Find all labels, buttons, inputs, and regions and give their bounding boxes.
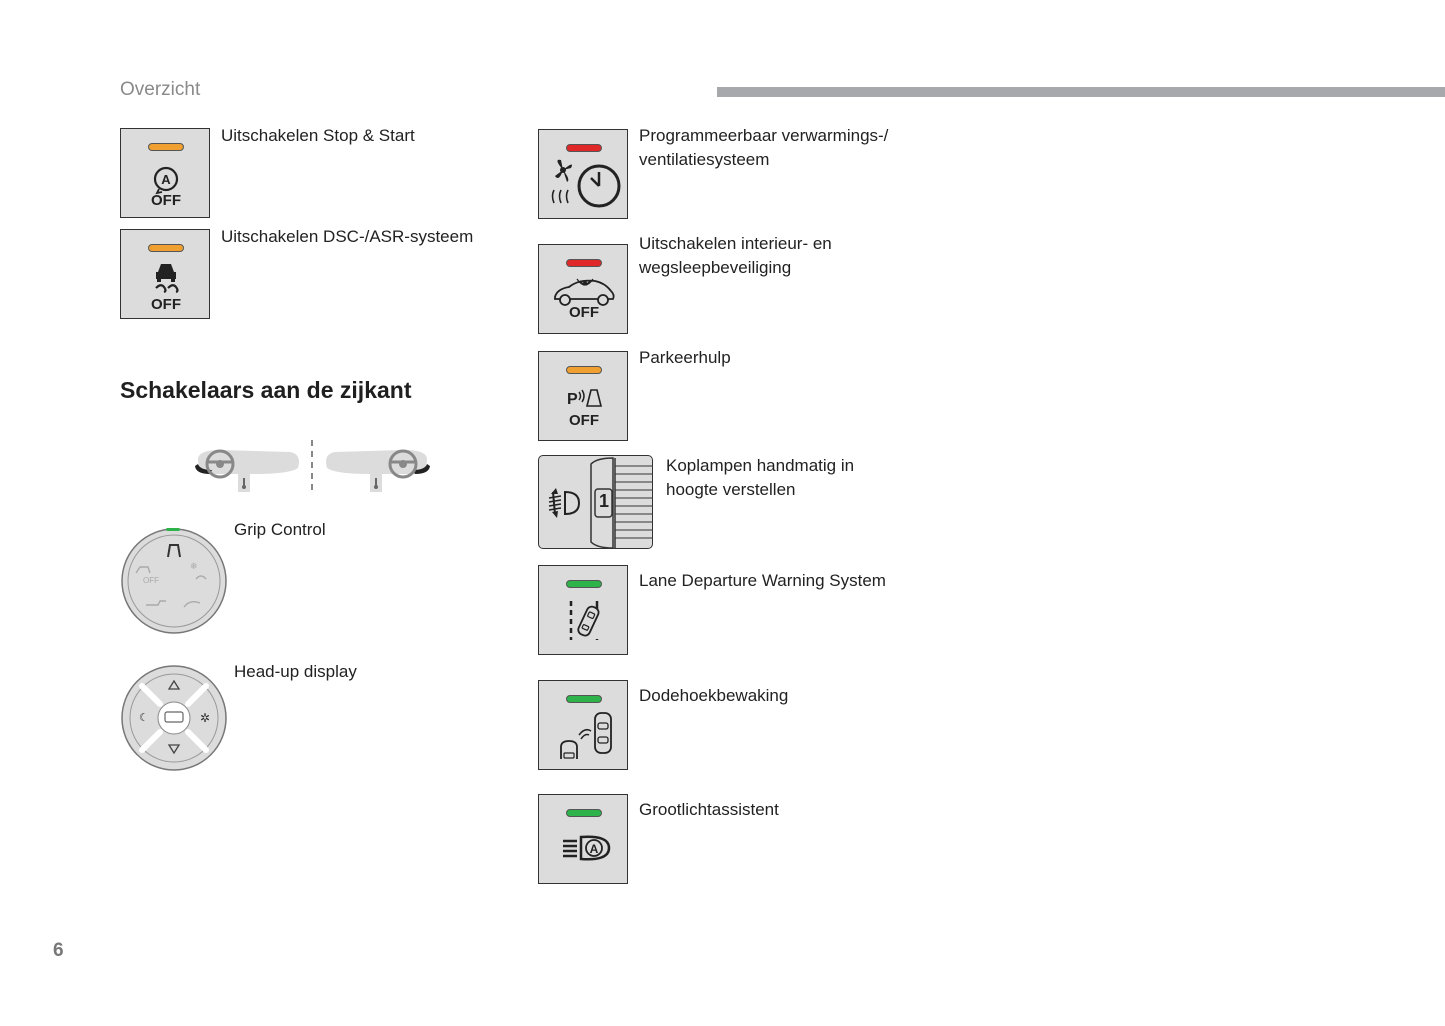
off-text: OFF <box>151 296 181 313</box>
svg-text:A: A <box>161 172 171 187</box>
headlamp-height-label: Koplampen handmatig in hoogte verstellen <box>666 454 854 502</box>
stop-start-label: Uitschakelen Stop & Start <box>221 126 415 145</box>
off-text: OFF <box>569 412 599 429</box>
high-beam-assist-button: A <box>538 794 628 884</box>
off-text: OFF <box>569 304 599 321</box>
blind-spot-label: Dodehoekbewaking <box>639 684 788 708</box>
programmable-heating-icon <box>551 159 621 208</box>
programmable-heating-label: Programmeerbaar verwarmings-/ ventilatie… <box>639 124 888 172</box>
off-text: OFF <box>151 192 181 209</box>
stop-start-off-button: A OFF <box>120 128 210 218</box>
svg-text:✲: ✲ <box>200 711 210 725</box>
label-line: Grootlichtassistent <box>639 800 779 819</box>
high-beam-assist-icon: A <box>563 835 611 861</box>
label-line: Uitschakelen interieur- en <box>639 234 832 253</box>
grip-control-label: Grip Control <box>234 520 326 539</box>
blind-spot-icon <box>560 712 612 759</box>
svg-text:OFF: OFF <box>143 576 159 585</box>
label-line: Lane Departure Warning System <box>639 571 886 590</box>
wheel-position-number: 1 <box>598 491 609 511</box>
label-line: hoogte verstellen <box>666 480 796 499</box>
label-line: wegsleepbeveiliging <box>639 258 792 277</box>
header-bar <box>717 87 1445 97</box>
lane-departure-label: Lane Departure Warning System <box>639 569 886 593</box>
head-up-display-label: Head-up display <box>234 662 357 681</box>
svg-text:❄: ❄ <box>190 561 198 571</box>
grip-control-dial-icon[interactable]: OFF ❄ <box>118 525 230 637</box>
svg-text:☾: ☾ <box>139 712 149 724</box>
high-beam-assist-label: Grootlichtassistent <box>639 798 779 822</box>
svg-text:A: A <box>590 842 599 856</box>
alarm-off-button: OFF <box>538 244 628 334</box>
dsc-asr-label: Uitschakelen DSC-/ASR-systeem <box>221 227 474 246</box>
page-number: 6 <box>53 940 64 961</box>
section-title: Overzicht <box>120 79 201 100</box>
park-assist-off-button: P OFF <box>538 351 628 441</box>
label-line: ventilatiesysteem <box>639 150 770 169</box>
svg-text:P: P <box>567 391 578 408</box>
head-up-display-control-icon[interactable]: ☾ ✲ <box>118 662 230 774</box>
alarm-off-label: Uitschakelen interieur- en wegsleepbevei… <box>639 232 832 280</box>
side-switches-heading: Schakelaars aan de zijkant <box>120 377 412 403</box>
lane-departure-button <box>538 565 628 655</box>
steering-location-diagram <box>195 440 430 494</box>
dsc-asr-off-button: OFF <box>120 229 210 319</box>
blind-spot-button <box>538 680 628 770</box>
lane-departure-icon <box>569 601 600 640</box>
label-line: Koplampen handmatig in <box>666 456 855 475</box>
programmable-heating-button <box>538 129 628 219</box>
park-assist-label: Parkeerhulp <box>639 346 731 370</box>
label-line: Dodehoekbewaking <box>639 686 789 705</box>
label-line: Parkeerhulp <box>639 348 731 367</box>
alarm-off-icon <box>554 278 615 306</box>
label-line: Programmeerbaar verwarmings-/ <box>639 126 889 145</box>
headlamp-height-wheel[interactable]: 1 <box>538 455 653 549</box>
